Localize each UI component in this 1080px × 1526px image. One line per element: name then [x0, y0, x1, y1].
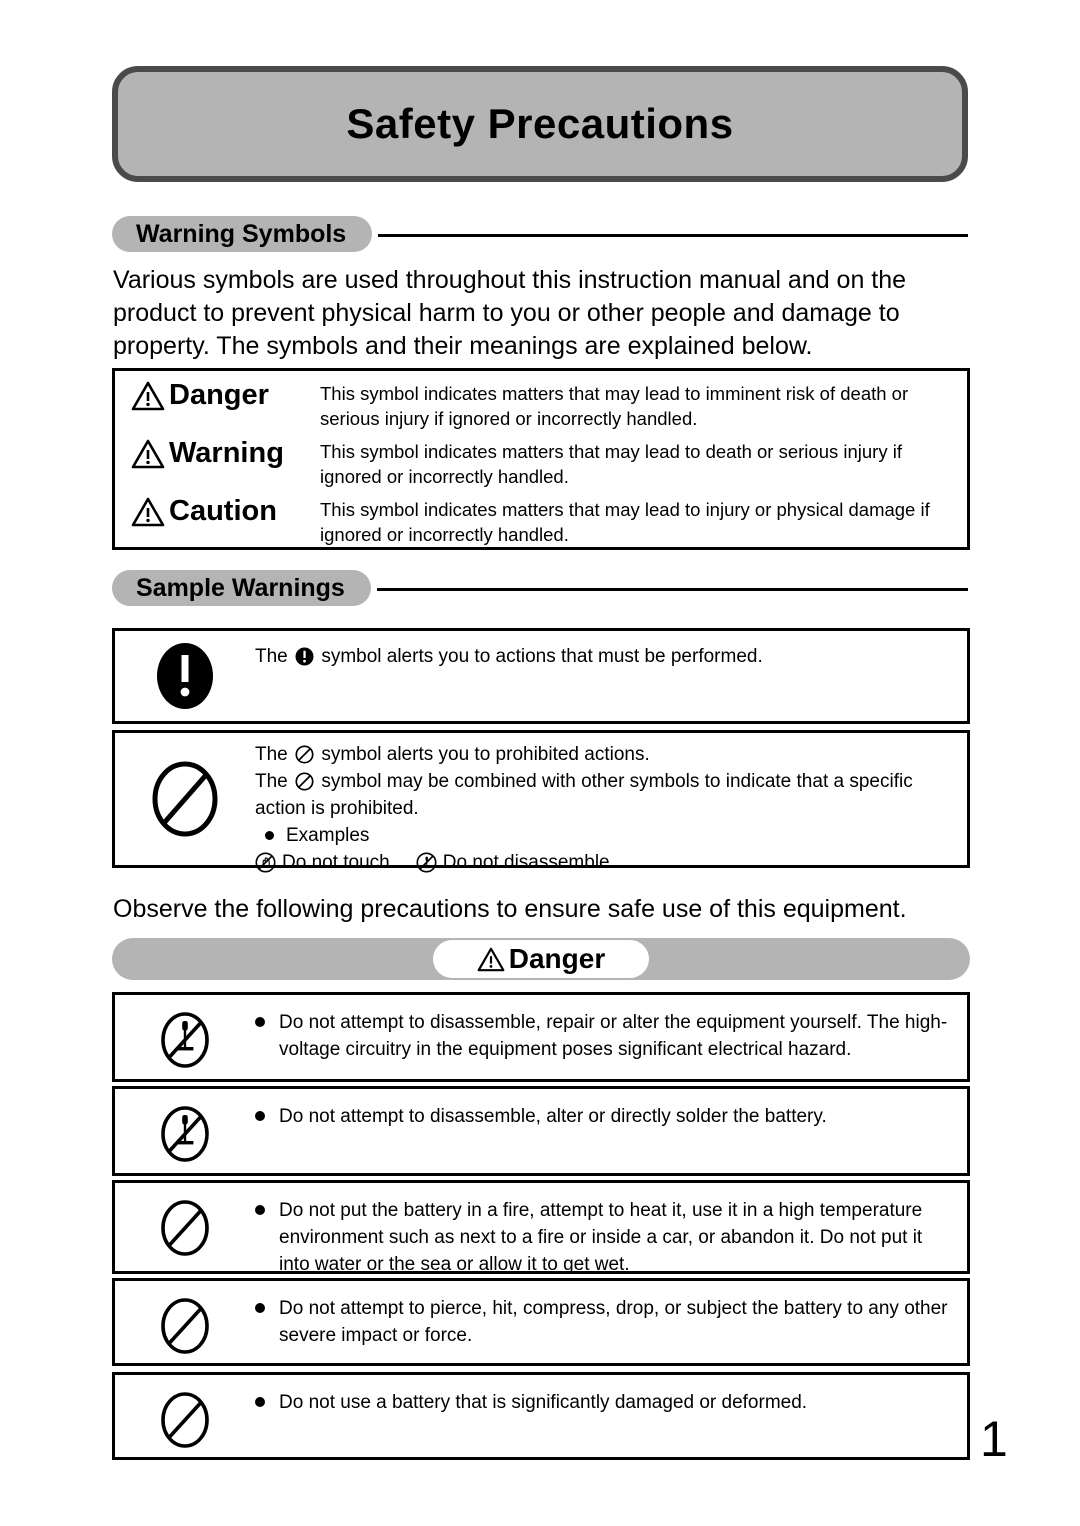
symbol-description: This symbol indicates matters that may l… — [320, 441, 902, 487]
mandatory-icon-cell — [115, 631, 255, 721]
sample-warning-mandatory-box: The symbol alerts you to actions that mu… — [112, 628, 970, 724]
symbol-label: Warning — [169, 437, 284, 469]
prohibition-line-1: The symbol alerts you to prohibited acti… — [255, 741, 953, 768]
warning-triangle-icon — [131, 497, 165, 526]
bullet-icon — [265, 831, 274, 840]
symbol-label: Danger — [169, 379, 269, 411]
sample-warning-prohibition-box: The symbol alerts you to prohibited acti… — [112, 730, 970, 873]
table-row: Warning This symbol indicates matters th… — [115, 437, 967, 495]
section-rule — [376, 587, 968, 591]
examples-row: Do not touch Do not disassemble — [255, 849, 953, 876]
examples-label: Examples — [286, 825, 370, 846]
bullet-icon — [255, 1397, 265, 1407]
prohibition-line1-after: symbol alerts you to prohibited actions. — [321, 744, 650, 765]
danger-item-icon-cell — [115, 1375, 255, 1451]
warning-symbols-table: Danger This symbol indicates matters tha… — [112, 368, 970, 550]
prohibition-line2-before: The — [255, 771, 288, 792]
warning-triangle-icon — [477, 947, 505, 971]
danger-item-icon-cell — [115, 995, 255, 1071]
symbol-description: This symbol indicates matters that may l… — [320, 499, 930, 545]
table-row: Danger This symbol indicates matters tha… — [115, 379, 967, 437]
mandatory-description: The symbol alerts you to actions that mu… — [255, 631, 967, 670]
danger-item-text: Do not put the battery in a fire, attemp… — [279, 1200, 923, 1275]
section-pill: Warning Symbols — [112, 216, 373, 252]
danger-item-text: Do not attempt to disassemble, repair or… — [279, 1012, 948, 1060]
danger-item-row: Do not attempt to disassemble, alter or … — [112, 1086, 970, 1176]
prohibition-icon — [161, 1392, 209, 1448]
warning-triangle-icon — [131, 439, 165, 468]
prohibition-icon — [152, 761, 218, 837]
danger-item-text: Do not use a battery that is significant… — [279, 1392, 808, 1413]
danger-item-row: Do not use a battery that is significant… — [112, 1372, 970, 1460]
danger-item-text: Do not attempt to disassemble, alter or … — [279, 1106, 827, 1127]
example-do-not-touch: Do not touch — [255, 849, 390, 876]
prohibition-icon-cell — [115, 733, 255, 865]
section-rule — [378, 233, 968, 237]
symbol-label-cell: Warning — [115, 437, 320, 470]
page-title-banner: Safety Precautions — [112, 66, 968, 182]
prohibition-icon — [161, 1298, 209, 1354]
prohibition-icon — [295, 745, 314, 764]
danger-banner-label: Danger — [508, 943, 606, 974]
symbol-label: Caution — [169, 495, 277, 527]
do-not-touch-icon — [255, 852, 276, 873]
page-title: Safety Precautions — [346, 100, 734, 147]
warning-triangle-icon — [131, 381, 165, 410]
document-page: Safety Precautions Warning Symbols Vario… — [0, 0, 1080, 1526]
do-not-disassemble-icon — [161, 1106, 209, 1162]
danger-item-row: Do not attempt to disassemble, repair or… — [112, 992, 970, 1082]
bullet-icon — [255, 1205, 265, 1215]
section-title-sample-warnings: Sample Warnings — [136, 573, 345, 602]
mandatory-action-icon — [295, 647, 314, 666]
prohibition-line1-before: The — [255, 744, 288, 765]
prohibition-icon — [161, 1200, 209, 1256]
danger-item-text: Do not attempt to pierce, hit, compress,… — [279, 1298, 948, 1346]
symbol-label-cell: Caution — [115, 495, 320, 528]
danger-item-row: Do not attempt to pierce, hit, compress,… — [112, 1278, 970, 1366]
danger-item-icon-cell — [115, 1089, 255, 1165]
section-pill: Sample Warnings — [112, 570, 371, 606]
table-row: Caution This symbol indicates matters th… — [115, 495, 967, 553]
section-title-warning-symbols: Warning Symbols — [136, 219, 347, 248]
danger-banner-pill: Danger — [432, 940, 650, 978]
mandatory-text-before: The — [255, 646, 288, 667]
danger-banner: Danger — [112, 938, 970, 980]
page-number: 1 — [980, 1411, 1008, 1467]
do-not-disassemble-icon — [416, 852, 437, 873]
mandatory-text-after: symbol alerts you to actions that must b… — [321, 646, 763, 667]
prohibition-line-2: The symbol may be combined with other sy… — [255, 768, 953, 822]
example-label: Do not disassemble — [442, 852, 610, 873]
mandatory-action-icon — [157, 643, 213, 709]
prohibition-description: The symbol alerts you to prohibited acti… — [255, 733, 967, 876]
danger-item-icon-cell — [115, 1183, 255, 1259]
example-label: Do not touch — [282, 852, 390, 873]
prohibition-icon — [295, 772, 314, 791]
symbol-description: This symbol indicates matters that may l… — [320, 383, 909, 429]
bullet-icon — [255, 1303, 265, 1313]
danger-section-intro: Observe the following precautions to ens… — [113, 895, 907, 923]
section-header-sample-warnings: Sample Warnings — [112, 570, 968, 606]
bullet-icon — [255, 1111, 265, 1121]
do-not-disassemble-icon — [161, 1012, 209, 1068]
danger-item-row: Do not put the battery in a fire, attemp… — [112, 1180, 970, 1275]
symbol-label-cell: Danger — [115, 379, 320, 412]
danger-item-icon-cell — [115, 1281, 255, 1357]
examples-label-row: Examples — [255, 822, 953, 849]
warning-symbols-intro: Various symbols are used throughout this… — [113, 266, 907, 360]
bullet-icon — [255, 1017, 265, 1027]
section-header-warning-symbols: Warning Symbols — [112, 216, 968, 252]
example-do-not-disassemble: Do not disassemble — [416, 849, 610, 876]
prohibition-line2-after: symbol may be combined with other symbol… — [255, 771, 913, 819]
